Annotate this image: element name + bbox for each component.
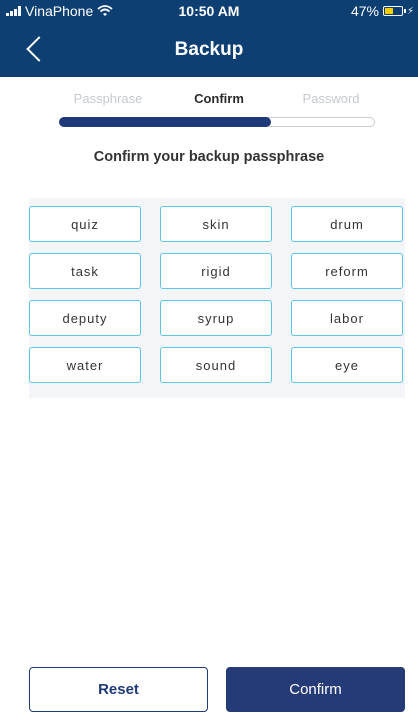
step-confirm: Confirm — [194, 91, 244, 106]
word-chip[interactable]: syrup — [160, 300, 272, 336]
word-grid: quiz skin drum task rigid reform deputy … — [29, 198, 405, 398]
step-indicator: Passphrase Confirm Password — [0, 91, 418, 111]
confirm-heading: Confirm your backup passphrase — [93, 149, 325, 165]
page-title: Backup — [174, 39, 244, 60]
reset-button[interactable]: Reset — [29, 667, 208, 712]
battery-icon — [382, 6, 406, 16]
word-chip[interactable]: water — [29, 347, 141, 383]
confirm-button[interactable]: Confirm — [226, 667, 405, 712]
word-chip[interactable]: sound — [160, 347, 272, 383]
word-chip[interactable]: reform — [291, 253, 403, 289]
word-chip[interactable]: task — [29, 253, 141, 289]
word-chip[interactable]: deputy — [29, 300, 141, 336]
status-bar: VinaPhone 10:50 AM 47% ⚡ — [0, 0, 418, 22]
word-chip[interactable]: drum — [291, 206, 403, 242]
step-passphrase: Passphrase — [73, 91, 143, 106]
word-chip[interactable]: eye — [291, 347, 403, 383]
word-chip[interactable]: quiz — [29, 206, 141, 242]
charging-icon: ⚡ — [406, 5, 414, 17]
battery-percent: 47% — [350, 3, 379, 19]
progress-fill — [59, 117, 271, 127]
battery-status: 47% ⚡ — [351, 3, 414, 19]
word-chip[interactable]: skin — [160, 206, 272, 242]
progress-bar — [59, 117, 375, 127]
nav-header: VinaPhone 10:50 AM 47% ⚡ Backup — [0, 0, 418, 77]
word-chip[interactable]: labor — [291, 300, 403, 336]
step-password: Password — [302, 91, 360, 106]
word-chip[interactable]: rigid — [160, 253, 272, 289]
